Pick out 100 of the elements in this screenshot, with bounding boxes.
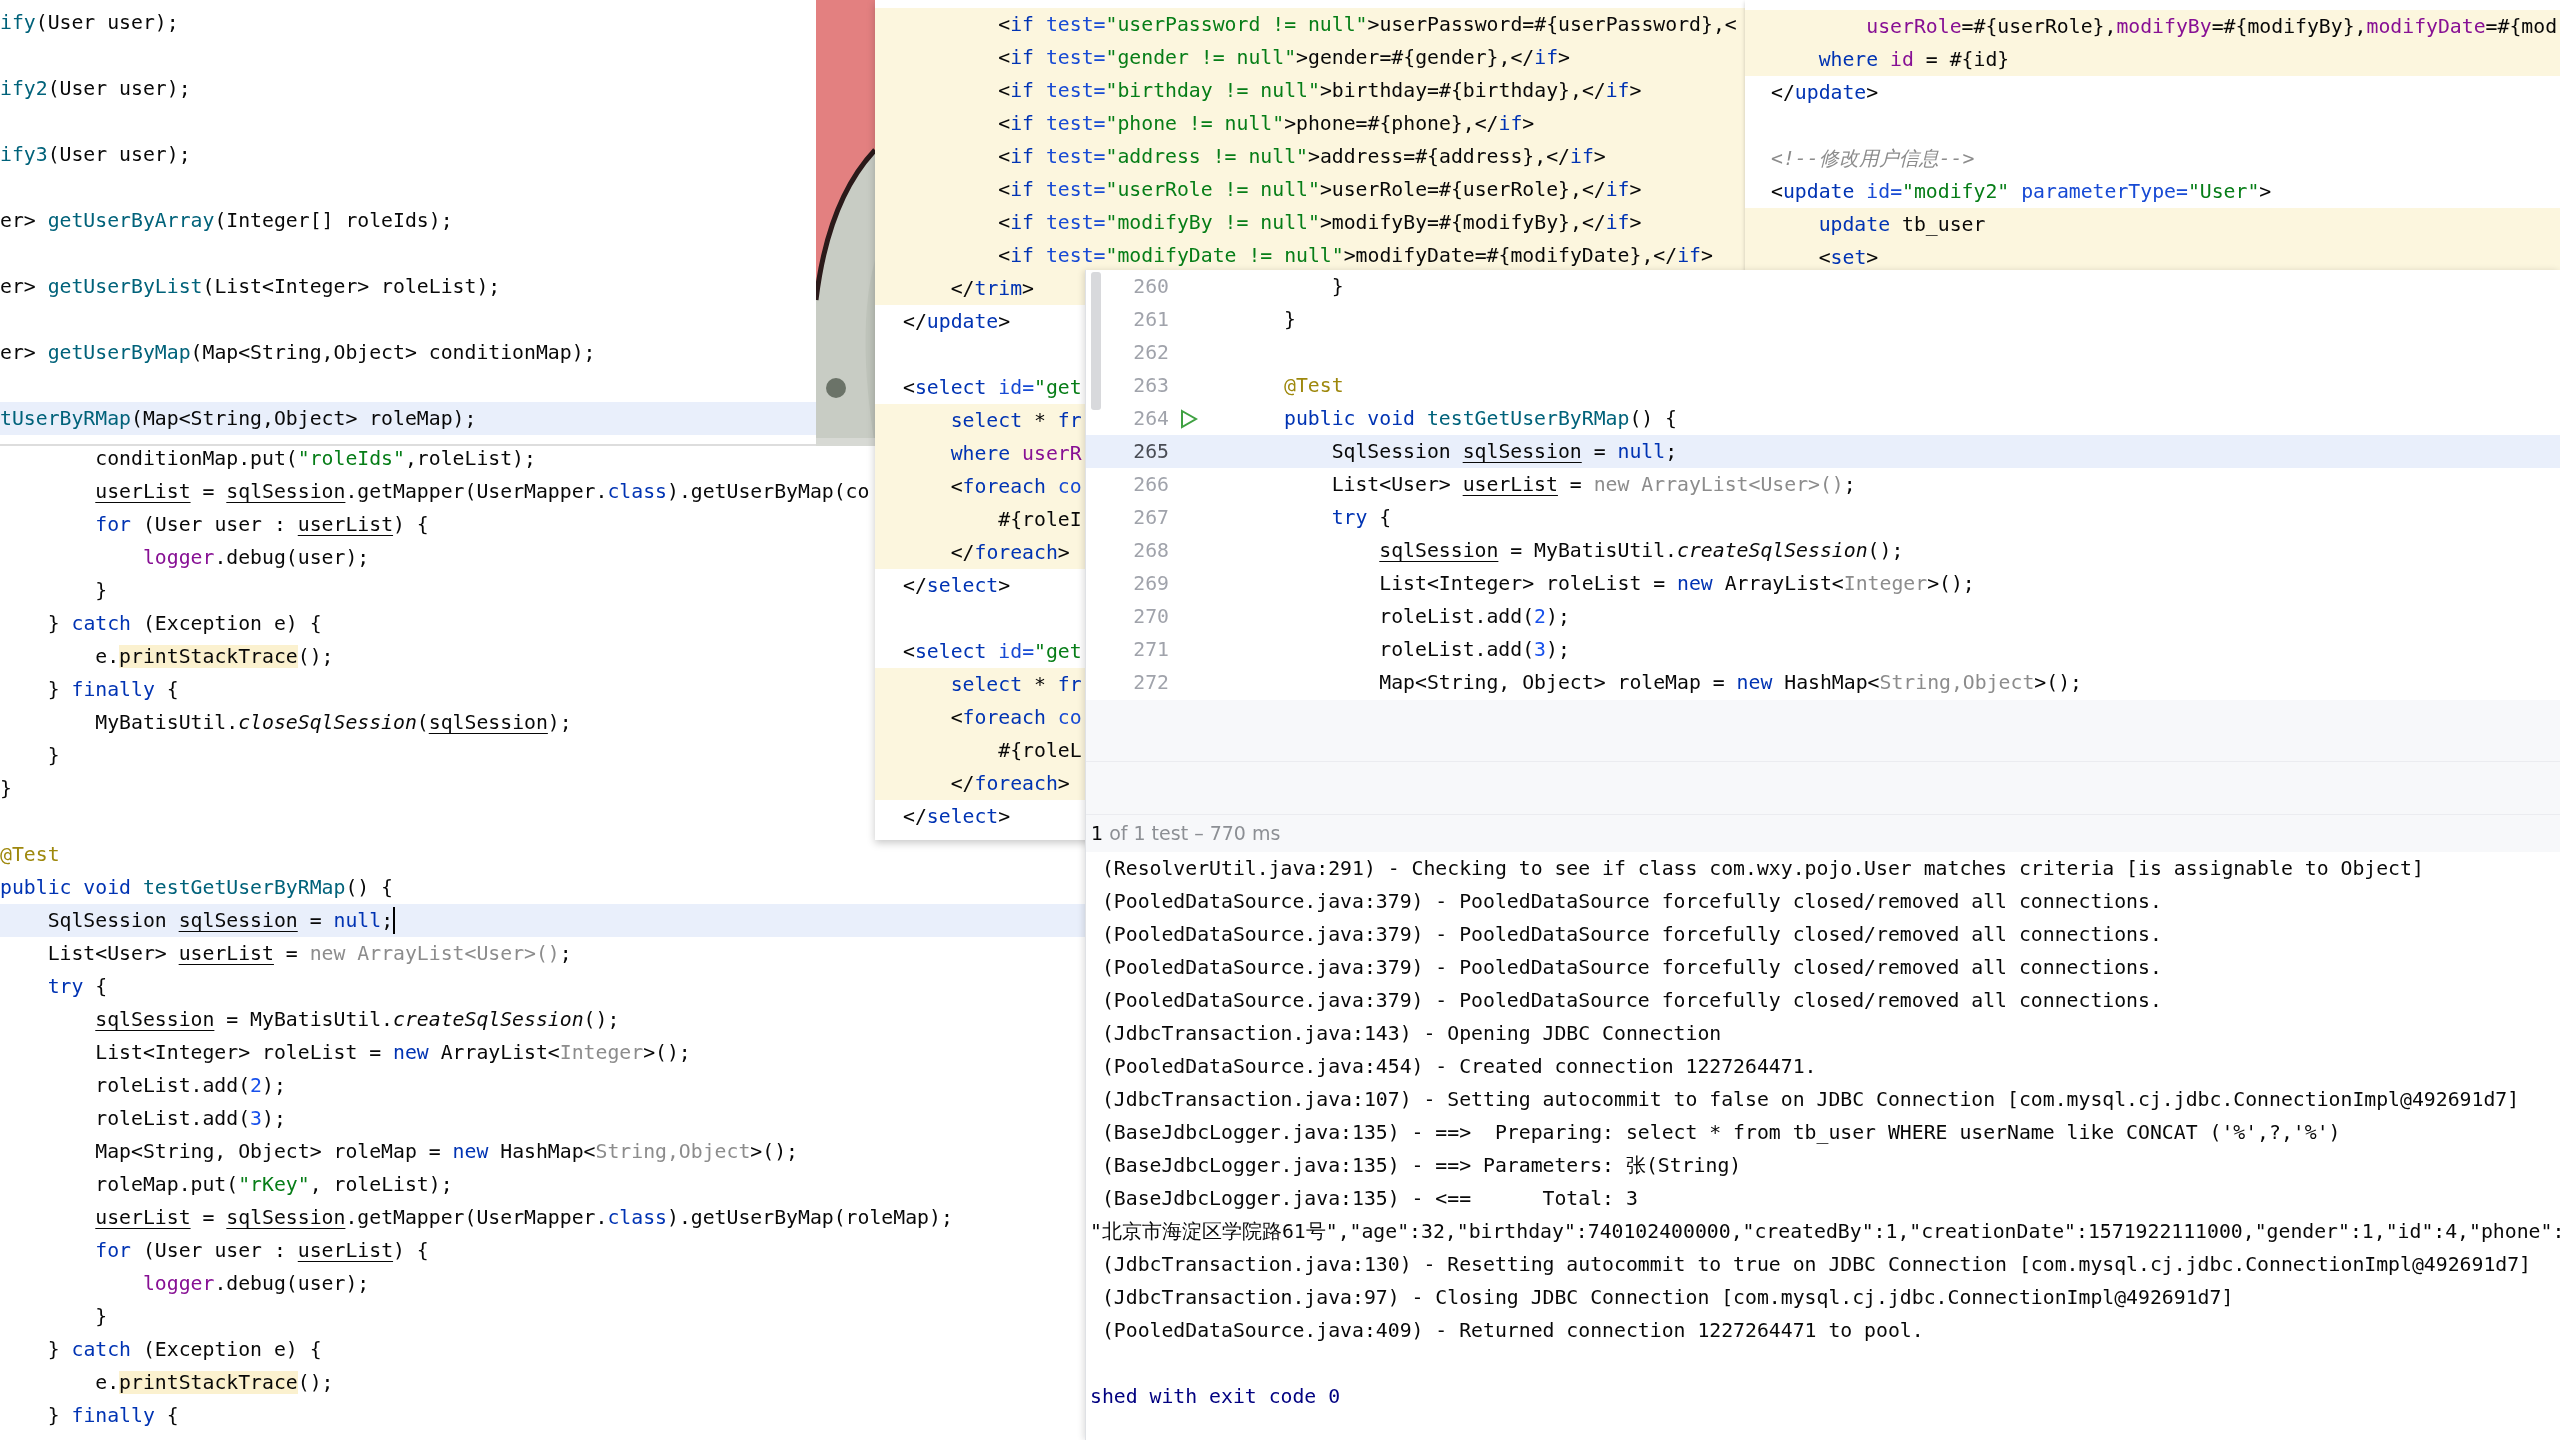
console-line: (ResolverUtil.java:291) - Checking to see if class com.wxy.pojo.User matches criteria [is assignable to Object] — [1100, 857, 2424, 880]
code-line: select * fr — [949, 408, 1082, 434]
code-line: where userR — [949, 441, 1082, 467]
code-line: } finally { — [46, 677, 179, 703]
code-line: conditionMap.put("roleIds",roleList); — [94, 446, 536, 472]
code-line: <!--修改用户信息--> — [1771, 146, 1975, 172]
line-number: 268 — [1132, 538, 1169, 564]
console-line: (PooledDataSource.java:379) - PooledDataSource forcefully closed/removed all connections. — [1100, 890, 2162, 913]
code-line: } — [94, 578, 108, 604]
code-line: <if test="birthday != null">birthday=#{birthday},</if> — [997, 78, 1642, 104]
code-line: logger.debug(user); — [141, 545, 370, 571]
line-number: 264 — [1132, 406, 1169, 432]
line-number: 270 — [1132, 604, 1169, 630]
code-line: <if test="phone != null">phone=#{phone},</if> — [997, 111, 1535, 137]
run-icon[interactable] — [1180, 408, 1198, 429]
code-line: er> getUserByMap(Map<String,Object> conditionMap); — [0, 340, 596, 366]
code-line: userRole=#{userRole},modifyBy=#{modifyBy},modifyDate=#{mod — [1865, 14, 2558, 40]
code-line: @Test — [0, 842, 60, 868]
code-line: MyBatisUtil.closeSqlSession(sqlSession); — [94, 710, 572, 736]
console-line: (PooledDataSource.java:379) - PooledDataSource forcefully closed/removed all connections. — [1100, 989, 2162, 1012]
code-line: <set> — [1817, 245, 1879, 271]
console-line: (PooledDataSource.java:379) - PooledDataSource forcefully closed/removed all connections. — [1100, 956, 2162, 979]
console-line: (PooledDataSource.java:409) - Returned connection 1227264471 to pool. — [1100, 1319, 1924, 1342]
code-line: roleList.add(2); — [94, 1073, 286, 1099]
code-line: } catch (Exception e) { — [46, 1337, 322, 1363]
console-line: (PooledDataSource.java:454) - Created connection 1227264471. — [1100, 1055, 1817, 1078]
console-line: "北京市海淀区学院路61号","age":32,"birthday":740102400000,"createdBy":1,"creationDate":1571922111000,"gender":1,"id":4,"phone": — [1090, 1220, 2560, 1243]
code-line: er> getUserByList(List<Integer> roleList); — [0, 274, 501, 300]
code-line: <if test="userRole != null">userRole=#{userRole},</if> — [997, 177, 1642, 203]
code-line: userList = sqlSession.getMapper(UserMapper.class).getUserByMap(co — [94, 479, 870, 505]
line-number: 271 — [1132, 637, 1169, 663]
code-line: <select id="get — [903, 639, 1082, 665]
console-line: (JdbcTransaction.java:130) - Resetting autocommit to true on JDBC Connection [com.mysql.cj.jdbc.ConnectionImpl@492691d7] — [1100, 1253, 2532, 1276]
code-line: select * fr — [949, 672, 1082, 698]
console-line: (JdbcTransaction.java:107) - Setting autocommit to false on JDBC Connection [com.mysql.cj.jdbc.ConnectionImpl@492691d7] — [1100, 1088, 2520, 1111]
code-line: </foreach> — [949, 540, 1070, 566]
code-line: for (User user : userList) { — [94, 1238, 429, 1264]
console-line: (BaseJdbcLogger.java:135) - ==> Preparing: select * from tb_user WHERE userName like CONCAT ('%',?,'%') — [1100, 1121, 2341, 1144]
code-line: SqlSession sqlSession = null; — [46, 908, 394, 934]
code-line: List<Integer> roleList = new ArrayList<Integer>(); — [1378, 571, 1975, 597]
line-number: 265 — [1132, 439, 1169, 465]
line-number: 269 — [1132, 571, 1169, 597]
code-line: ify(User user); — [0, 10, 179, 36]
console-line: (JdbcTransaction.java:143) - Opening JDBC Connection — [1100, 1022, 1722, 1045]
code-line: @Test — [1284, 373, 1344, 399]
code-line: userList = sqlSession.getMapper(UserMapper.class).getUserByMap(roleMap); — [94, 1205, 953, 1231]
code-line: <if test="userPassword != null">userPassword=#{userPassword},< — [997, 12, 1737, 38]
code-line: public void testGetUserByRMap() { — [0, 875, 394, 901]
code-line: <update id="modify2" parameterType="User"> — [1771, 179, 2272, 205]
code-line: for (User user : userList) { — [94, 512, 429, 538]
code-line: </trim> — [949, 276, 1035, 302]
code-line: #{roleI — [997, 507, 1082, 533]
code-line: #{roleL — [997, 738, 1082, 764]
code-line: } finally { — [46, 1403, 179, 1429]
code-line: <foreach co — [949, 474, 1082, 500]
code-line: </update> — [903, 309, 1011, 335]
code-line: ify2(User user); — [0, 76, 191, 102]
code-line: where id = #{id} — [1817, 47, 2010, 73]
line-number: 267 — [1132, 505, 1169, 531]
console-line: (PooledDataSource.java:379) - PooledDataSource forcefully closed/removed all connections. — [1100, 923, 2162, 946]
line-number: 262 — [1132, 340, 1169, 366]
code-line: roleList.add(3); — [1378, 637, 1570, 663]
code-line: <if test="gender != null">gender=#{gender},</if> — [997, 45, 1570, 71]
code-line: </select> — [903, 804, 1011, 830]
code-line: <if test="modifyBy != null">modifyBy=#{modifyBy},</if> — [997, 210, 1642, 236]
code-line: } — [0, 776, 12, 802]
code-line: roleMap.put("rKey", roleList); — [94, 1172, 453, 1198]
code-line: </update> — [1771, 80, 1879, 106]
code-line: er> getUserByArray(Integer[] roleIds); — [0, 208, 453, 234]
code-line: update tb_user — [1817, 212, 1986, 238]
console-line: (JdbcTransaction.java:97) - Closing JDBC Connection [com.mysql.cj.jdbc.ConnectionImpl@492691d7] — [1100, 1286, 2234, 1309]
code-line: roleList.add(3); — [94, 1106, 286, 1132]
code-line: SqlSession sqlSession = null; — [1330, 439, 1678, 465]
line-number: 260 — [1132, 274, 1169, 300]
code-line: roleList.add(2); — [1378, 604, 1570, 630]
line-number: 266 — [1132, 472, 1169, 498]
code-line: <select id="get — [903, 375, 1082, 401]
code-line: try { — [46, 974, 108, 1000]
code-line: } — [1330, 274, 1344, 300]
code-line: } — [94, 1304, 108, 1330]
code-line: List<Integer> roleList = new ArrayList<Integer>(); — [94, 1040, 691, 1066]
console-line: (BaseJdbcLogger.java:135) - <== Total: 3 — [1100, 1187, 1638, 1210]
code-line: <if test="address != null">address=#{address},</if> — [997, 144, 1606, 170]
code-line: } — [46, 743, 60, 769]
code-line: sqlSession = MyBatisUtil.createSqlSession(); — [1378, 538, 1904, 564]
code-line: } catch (Exception e) { — [46, 611, 322, 637]
code-line: sqlSession = MyBatisUtil.createSqlSession(); — [94, 1007, 620, 1033]
code-line: </foreach> — [949, 771, 1070, 797]
code-line: tUserByRMap(Map<String,Object> roleMap); — [0, 406, 477, 432]
code-line: try { — [1330, 505, 1392, 531]
line-number: 261 — [1132, 307, 1169, 333]
scrollbar-thumb[interactable] — [1091, 272, 1101, 410]
code-line: Map<String, Object> roleMap = new HashMap<String,Object>(); — [1378, 670, 2082, 696]
code-line: <foreach co — [949, 705, 1082, 731]
exit-message: shed with exit code 0 — [1090, 1385, 1341, 1408]
test-status-text: 1 of 1 test – 770 ms — [1091, 822, 1281, 844]
code-line: List<User> userList = new ArrayList<User>(); — [1330, 472, 1856, 498]
console-line: (BaseJdbcLogger.java:135) - ==> Parameters: 张(String) — [1100, 1154, 1742, 1177]
code-line: logger.debug(user); — [141, 1271, 370, 1297]
line-number: 263 — [1132, 373, 1169, 399]
